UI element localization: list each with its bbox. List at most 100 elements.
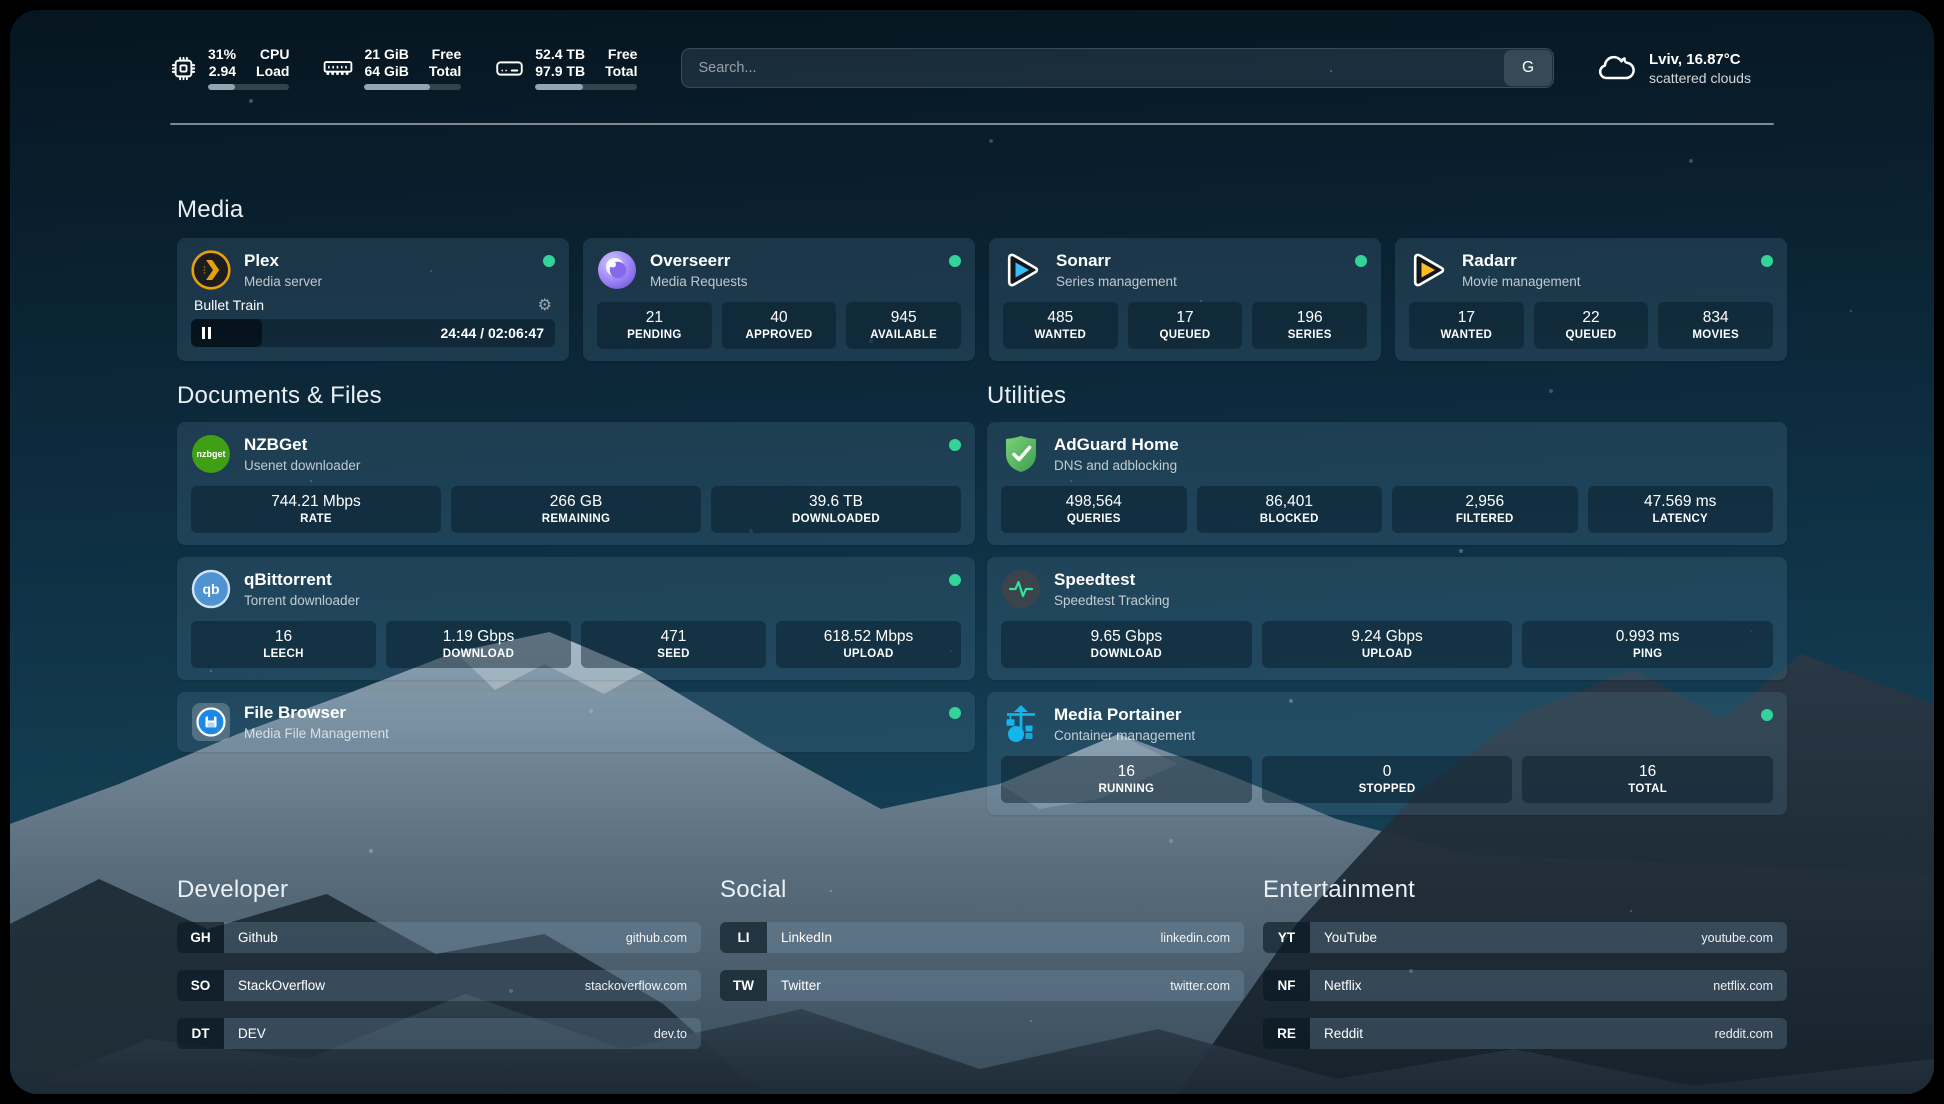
stat-wanted: 485WANTED	[1003, 302, 1118, 349]
service-card-qbittorrent[interactable]: qb qBittorrent Torrent downloader 16LEEC…	[177, 557, 975, 680]
memory-progress-track	[364, 84, 461, 90]
service-desc: Container management	[1054, 727, 1195, 744]
bookmark-group-entertainment: Entertainment YT YouTube youtube.com NF …	[1263, 876, 1787, 1066]
google-search-button[interactable]: G	[1504, 50, 1552, 86]
bookmark-youtube[interactable]: YT YouTube youtube.com	[1263, 922, 1787, 953]
now-playing-title: Bullet Train	[194, 297, 264, 313]
service-card-sonarr[interactable]: Sonarr Series management 485WANTED 17QUE…	[989, 238, 1381, 361]
playback-time: 24:44 / 02:06:47	[440, 325, 544, 341]
svg-text:qb: qb	[202, 581, 219, 597]
disk-value-2: 97.9 TB	[535, 63, 585, 79]
service-desc: Usenet downloader	[244, 457, 360, 474]
filebrowser-icon	[191, 702, 231, 742]
bookmark-stackoverflow[interactable]: SO StackOverflow stackoverflow.com	[177, 970, 701, 1001]
stat-total: 16TOTAL	[1522, 756, 1773, 803]
section-media: Media Plex Media server	[177, 196, 1787, 361]
disk-icon	[495, 55, 524, 82]
overseerr-icon	[597, 250, 637, 290]
cpu-stat: 31% 2.94 CPU Load	[170, 46, 289, 90]
cpu-value-1: 31%	[208, 46, 236, 62]
portainer-icon	[1001, 704, 1041, 744]
bookmark-github[interactable]: GH Github github.com	[177, 922, 701, 953]
service-name: Radarr	[1462, 250, 1581, 271]
bookmark-name: StackOverflow	[238, 978, 325, 993]
stat-series: 196SERIES	[1252, 302, 1367, 349]
bookmark-abbr: SO	[177, 970, 224, 1001]
service-desc: Media server	[244, 273, 322, 290]
memory-label-2: Total	[429, 63, 461, 79]
stat-approved: 40APPROVED	[722, 302, 837, 349]
stat-seed: 471SEED	[581, 621, 766, 668]
status-dot	[949, 255, 961, 267]
service-name: NZBGet	[244, 434, 360, 455]
status-dot	[1761, 709, 1773, 721]
dashboard-screen: 31% 2.94 CPU Load	[10, 10, 1934, 1094]
service-desc: Series management	[1056, 273, 1177, 290]
svg-text:nzbget: nzbget	[197, 449, 226, 459]
section-title-social: Social	[720, 876, 1244, 904]
system-stats: 31% 2.94 CPU Load	[170, 46, 637, 90]
bookmark-url: stackoverflow.com	[585, 979, 687, 993]
cpu-progress-fill	[208, 84, 235, 90]
bookmark-url: twitter.com	[1170, 979, 1230, 993]
section-utilities: Utilities AdGuard Home DNS and adblockin…	[987, 382, 1787, 815]
radarr-icon	[1409, 250, 1449, 290]
stat-queries: 498,564QUERIES	[1001, 486, 1187, 533]
status-dot	[949, 574, 961, 586]
stat-queued: 17QUEUED	[1128, 302, 1243, 349]
bookmark-group-social: Social LI LinkedIn linkedin.com TW Twitt…	[720, 876, 1244, 1066]
bookmark-url: dev.to	[654, 1027, 687, 1041]
stat-remaining: 266 GBREMAINING	[451, 486, 701, 533]
speedtest-icon	[1001, 569, 1041, 609]
memory-label-1: Free	[432, 46, 462, 62]
service-card-speedtest[interactable]: Speedtest Speedtest Tracking 9.65 GbpsDO…	[987, 557, 1787, 680]
status-dot	[543, 255, 555, 267]
service-card-filebrowser[interactable]: File Browser Media File Management	[177, 692, 975, 752]
stat-leech: 16LEECH	[191, 621, 376, 668]
bookmark-dev[interactable]: DT DEV dev.to	[177, 1018, 701, 1049]
service-card-adguard[interactable]: AdGuard Home DNS and adblocking 498,564Q…	[987, 422, 1787, 545]
gear-icon[interactable]: ⚙	[538, 297, 552, 313]
bookmark-abbr: RE	[1263, 1018, 1310, 1049]
bookmark-name: Twitter	[781, 978, 821, 993]
bookmark-reddit[interactable]: RE Reddit reddit.com	[1263, 1018, 1787, 1049]
stat-filtered: 2,956FILTERED	[1392, 486, 1578, 533]
bookmark-url: youtube.com	[1701, 931, 1773, 945]
service-card-overseerr[interactable]: Overseerr Media Requests 21PENDING 40APP…	[583, 238, 975, 361]
bookmark-group-developer: Developer GH Github github.com SO StackO…	[177, 876, 701, 1066]
adguard-icon	[1001, 434, 1041, 474]
service-desc: Torrent downloader	[244, 592, 360, 609]
bookmark-url: github.com	[626, 931, 687, 945]
weather-widget[interactable]: Lviv, 16.87°C scattered clouds	[1596, 50, 1784, 87]
service-card-nzbget[interactable]: nzbget NZBGet Usenet downloader 744.21 M…	[177, 422, 975, 545]
weather-location-temp: Lviv, 16.87°C	[1649, 50, 1751, 69]
stat-movies: 834MOVIES	[1658, 302, 1773, 349]
disk-stat: 52.4 TB 97.9 TB Free Total	[495, 46, 637, 90]
service-name: File Browser	[244, 702, 389, 723]
stat-download: 9.65 GbpsDOWNLOAD	[1001, 621, 1252, 668]
top-bar: 31% 2.94 CPU Load	[170, 46, 1784, 90]
status-dot	[949, 439, 961, 451]
section-title-entertainment: Entertainment	[1263, 876, 1787, 904]
stat-pending: 21PENDING	[597, 302, 712, 349]
bookmark-name: YouTube	[1324, 930, 1377, 945]
bookmark-url: linkedin.com	[1161, 931, 1230, 945]
service-card-plex[interactable]: Plex Media server Bullet Train ⚙ 24:44 /…	[177, 238, 569, 361]
service-desc: DNS and adblocking	[1054, 457, 1179, 474]
disk-value-1: 52.4 TB	[535, 46, 585, 62]
section-title-utilities: Utilities	[987, 382, 1787, 410]
plex-icon	[191, 250, 231, 290]
search-input[interactable]	[681, 48, 1554, 88]
bookmark-abbr: DT	[177, 1018, 224, 1049]
service-card-portainer[interactable]: Media Portainer Container management 16R…	[987, 692, 1787, 815]
search-bar: G	[681, 48, 1554, 88]
bookmark-abbr: GH	[177, 922, 224, 953]
service-name: Media Portainer	[1054, 704, 1195, 725]
bookmark-linkedin[interactable]: LI LinkedIn linkedin.com	[720, 922, 1244, 953]
bookmark-netflix[interactable]: NF Netflix netflix.com	[1263, 970, 1787, 1001]
bookmark-url: netflix.com	[1713, 979, 1773, 993]
service-card-radarr[interactable]: Radarr Movie management 17WANTED 22QUEUE…	[1395, 238, 1787, 361]
bookmark-twitter[interactable]: TW Twitter twitter.com	[720, 970, 1244, 1001]
bookmark-name: Reddit	[1324, 1026, 1363, 1041]
service-name: Overseerr	[650, 250, 748, 271]
